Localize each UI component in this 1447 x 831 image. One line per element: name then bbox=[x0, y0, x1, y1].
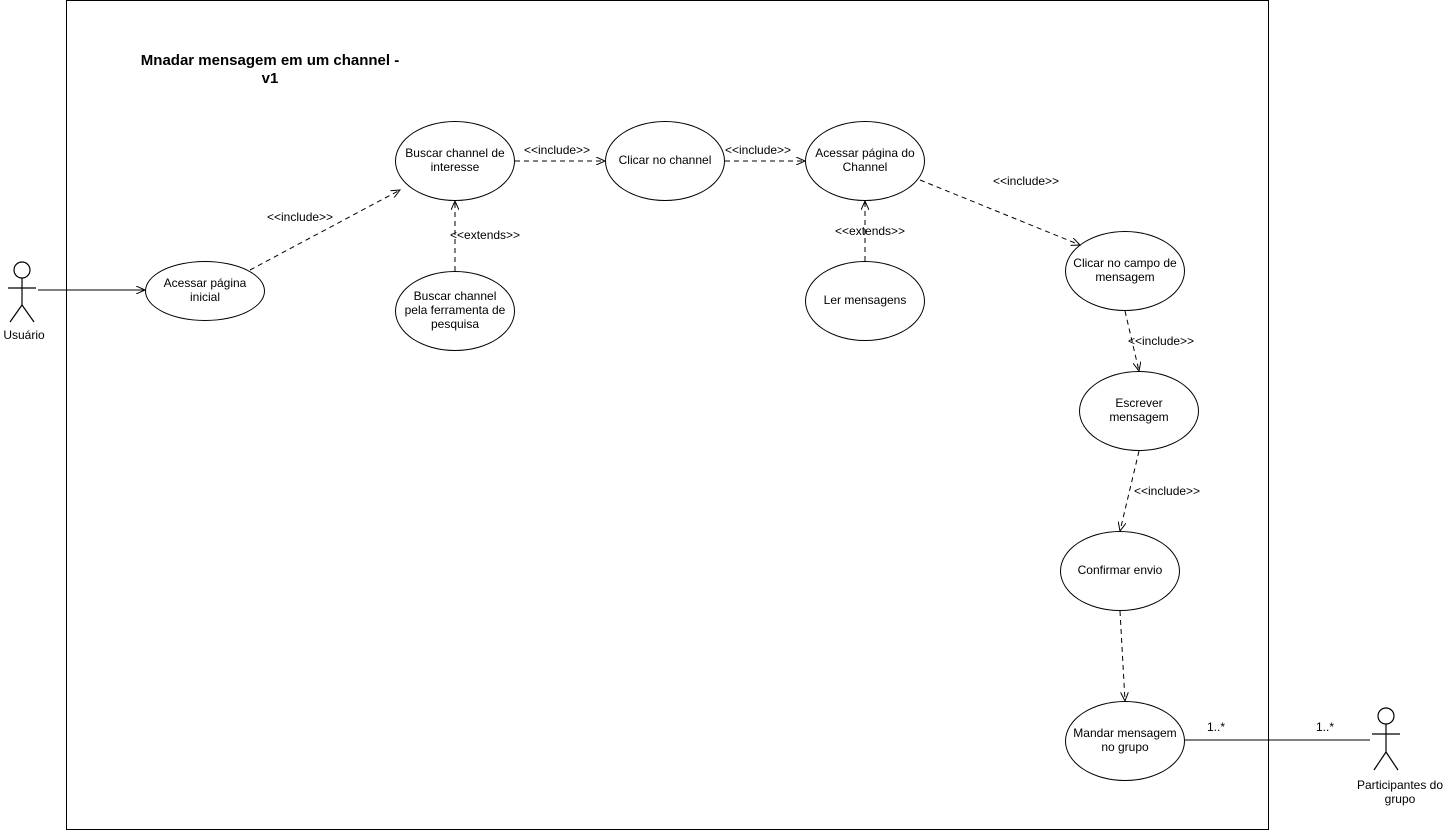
usecase-acessar-channel: Acessar página do Channel bbox=[805, 121, 925, 201]
edge-label-include: <<include>> bbox=[725, 143, 791, 157]
usecase-escrever: Escrever mensagem bbox=[1079, 371, 1199, 451]
actor-usuario-icon bbox=[8, 262, 36, 322]
usecase-label: Escrever mensagem bbox=[1086, 397, 1192, 425]
usecase-label: Acessar página inicial bbox=[152, 277, 258, 305]
usecase-label: Clicar no channel bbox=[619, 154, 712, 168]
actor-label-usuario: Usuário bbox=[0, 328, 48, 342]
edge-label-extends: <<extends>> bbox=[450, 228, 520, 242]
edge-label-include: <<include>> bbox=[993, 174, 1059, 188]
usecase-label: Confirmar envio bbox=[1078, 564, 1163, 578]
usecase-acessar-inicial: Acessar página inicial bbox=[145, 261, 265, 321]
edge-label-include: <<include>> bbox=[1134, 484, 1200, 498]
diagram-canvas: Mnadar mensagem em um channel - v1 Acess… bbox=[0, 0, 1447, 831]
multiplicity-label: 1..* bbox=[1316, 720, 1334, 734]
usecase-ler-mensagens: Ler mensagens bbox=[805, 261, 925, 341]
usecase-confirmar: Confirmar envio bbox=[1060, 531, 1180, 611]
actor-label-participantes: Participantes do grupo bbox=[1340, 778, 1447, 806]
actor-participantes-icon bbox=[1372, 708, 1400, 770]
usecase-buscar-interesse: Buscar channel de interesse bbox=[395, 121, 515, 201]
edge-label-include: <<include>> bbox=[267, 210, 333, 224]
usecase-buscar-pesquisa: Buscar channel pela ferramenta de pesqui… bbox=[395, 271, 515, 351]
edge-label-include: <<include>> bbox=[524, 143, 590, 157]
usecase-clicar-campo: Clicar no campo de mensagem bbox=[1065, 231, 1185, 311]
edge-label-include: <<include>> bbox=[1128, 334, 1194, 348]
usecase-label: Buscar channel pela ferramenta de pesqui… bbox=[402, 290, 508, 331]
multiplicity-label: 1..* bbox=[1207, 720, 1225, 734]
usecase-label: Buscar channel de interesse bbox=[402, 147, 508, 175]
usecase-label: Acessar página do Channel bbox=[812, 147, 918, 175]
usecase-label: Mandar mensagem no grupo bbox=[1072, 727, 1178, 755]
usecase-label: Ler mensagens bbox=[824, 294, 907, 308]
diagram-title: Mnadar mensagem em um channel - v1 bbox=[140, 52, 400, 88]
usecase-clicar-channel: Clicar no channel bbox=[605, 121, 725, 201]
usecase-mandar-grupo: Mandar mensagem no grupo bbox=[1065, 701, 1185, 781]
usecase-label: Clicar no campo de mensagem bbox=[1072, 257, 1178, 285]
edge-label-extends: <<extends>> bbox=[835, 224, 905, 238]
